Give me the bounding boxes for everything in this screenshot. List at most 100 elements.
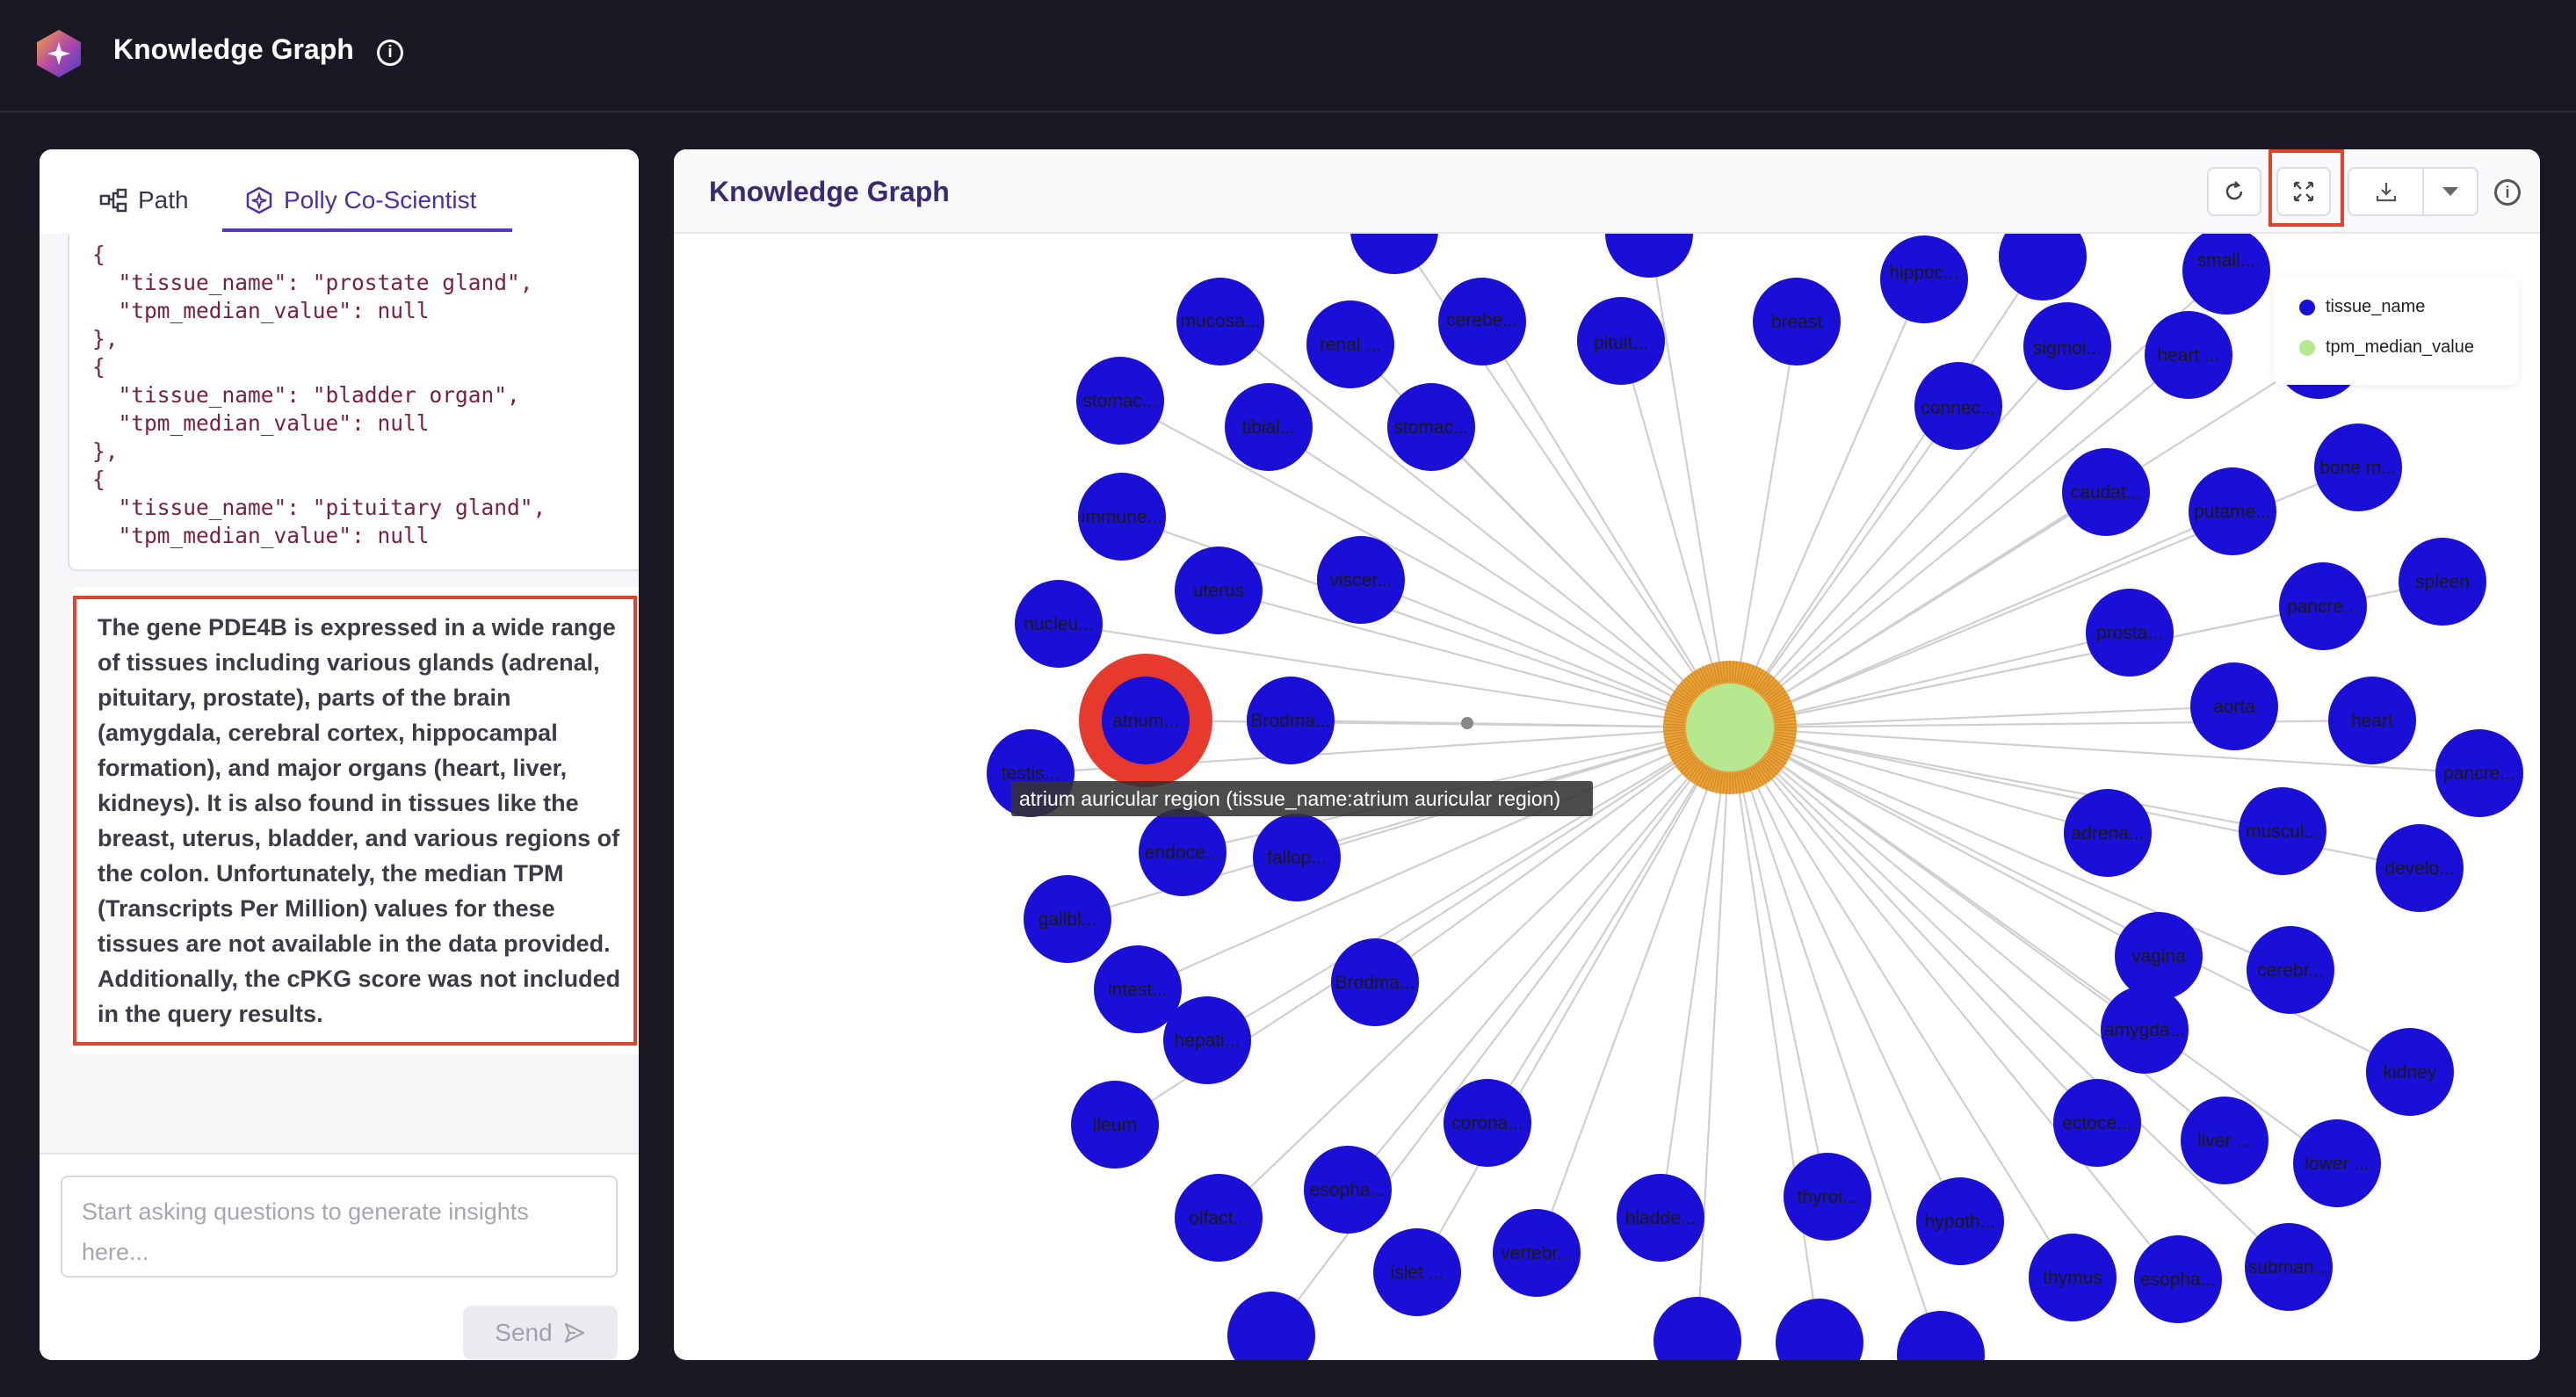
tissue-node-label: thyroi...	[1798, 1187, 1858, 1207]
tab-co-scientist-label: Polly Co-Scientist	[284, 186, 477, 214]
center-node-core[interactable]	[1686, 684, 1774, 771]
graph-header: Knowledge Graph i	[674, 149, 2540, 234]
chevron-down-icon	[2442, 187, 2458, 196]
app-logo-icon	[37, 30, 81, 77]
tissue-node-label: atrium...	[1112, 711, 1179, 731]
send-label: Send	[495, 1319, 553, 1346]
tissue-node-label: vertebr...	[1501, 1243, 1573, 1263]
graph-svg[interactable]: hippoc... small... mucosa... renal ... cereb…	[674, 234, 2540, 1360]
download-icon	[2376, 183, 2397, 202]
tissue-node-label: subman...	[2248, 1257, 2329, 1278]
legend-item-tpm: tpm_median_value	[2299, 337, 2474, 358]
tissue-node[interactable]	[1999, 234, 2087, 300]
send-button[interactable]: Send	[463, 1306, 618, 1360]
download-button[interactable]	[2348, 167, 2425, 216]
tissue-node-label: esopha...	[1310, 1180, 1386, 1200]
tissue-node-label: fallop...	[1267, 848, 1327, 868]
tissue-node[interactable]	[1897, 1311, 1985, 1360]
tissue-node-label: pituit...	[1594, 333, 1648, 353]
tissue-node-label: nucleu...	[1024, 614, 1093, 634]
panel-tabs: Path Polly Co-Scientist	[40, 149, 639, 234]
tab-polly-co-scientist[interactable]: Polly Co-Scientist	[245, 186, 476, 214]
tissue-node-label: viscer...	[1329, 570, 1392, 590]
legend-dot	[2299, 299, 2315, 315]
tissue-node[interactable]	[1776, 1299, 1863, 1360]
tissue-node-label: muscul...	[2246, 822, 2319, 842]
center-node[interactable]	[1663, 661, 1797, 794]
tissue-node-label: vagina	[2131, 946, 2186, 966]
tissue-node[interactable]	[1350, 234, 1438, 274]
active-tab-indicator	[222, 228, 512, 232]
tissue-node-label: connec...	[1921, 398, 1995, 418]
tissue-node-label: esopha...	[2140, 1270, 2216, 1290]
tissue-node-label: prosta...	[2096, 623, 2163, 643]
tissue-node-label: heart ...	[2157, 345, 2219, 366]
tissue-node[interactable]	[1653, 1297, 1741, 1360]
tissue-node-label: small...	[2197, 250, 2256, 271]
graph-canvas[interactable]: hippoc... small... mucosa... renal ... cereb…	[674, 234, 2540, 1360]
knowledge-graph-panel: Knowledge Graph i hippoc... small... muco	[674, 149, 2540, 1360]
tissue-node-label: adrena...	[2072, 823, 2145, 843]
tissue-node-label: stomac...	[1082, 391, 1157, 411]
edge-handle	[1461, 717, 1473, 729]
tissue-node-label: liver ...	[2197, 1131, 2252, 1151]
tissue-node-label: thymus	[2043, 1268, 2102, 1288]
tab-path-label: Path	[138, 186, 189, 214]
legend-item-tissue: tissue_name	[2299, 297, 2425, 317]
download-options-dropdown[interactable]	[2422, 167, 2478, 216]
graph-legend: tissue_name tpm_median_value	[2273, 276, 2519, 385]
tissue-node[interactable]	[1227, 1292, 1315, 1360]
tissue-node-label: gallbl...	[1038, 909, 1097, 930]
tissue-node-label: ileum	[1093, 1115, 1137, 1135]
tissue-node-label: spleen	[2415, 572, 2470, 592]
fullscreen-highlight	[2268, 149, 2344, 227]
graph-info-icon[interactable]: i	[2494, 179, 2521, 206]
tissue-node-label: ectoce...	[2062, 1113, 2131, 1133]
tissue-node-label: bladde...	[1625, 1208, 1697, 1228]
graph-edge	[1729, 727, 1961, 1222]
tab-path[interactable]: Path	[99, 186, 189, 214]
info-icon[interactable]: i	[377, 40, 403, 66]
code-block: { "tissue_name": "prostate gland", "tpm_…	[92, 242, 546, 548]
answer-highlight	[73, 596, 637, 1046]
graph-edge	[1219, 321, 1731, 728]
tissue-node-label: islet ...	[1391, 1263, 1444, 1283]
tissue-node-label: Brodma...	[1250, 711, 1330, 731]
graph-edge	[1659, 727, 1732, 1219]
path-icon	[99, 188, 127, 213]
tissue-node-label: corona...	[1451, 1113, 1523, 1133]
tissue-node-label: tibial...	[1242, 417, 1296, 438]
tissue-node-label: lower ...	[2305, 1154, 2370, 1174]
graph-edge	[1729, 727, 2073, 1278]
tissue-node-label: Brodma...	[1335, 973, 1415, 993]
tissue-node-label: immune...	[1082, 507, 1162, 527]
node-tooltip: atrium auricular region (tissue_name:atr…	[1011, 781, 1593, 816]
tissue-node[interactable]	[1605, 234, 1693, 278]
tissue-node-label: develo...	[2384, 858, 2454, 879]
tissue-node-label: aorta	[2213, 697, 2255, 717]
tissue-node-label: hippoc...	[1889, 263, 1958, 283]
refresh-button[interactable]	[2207, 167, 2261, 216]
app-title: Knowledge Graph	[113, 33, 354, 65]
tissue-node-label: kidney	[2384, 1062, 2437, 1082]
tissue-node-label: pancre...	[2287, 597, 2359, 617]
tissue-node-label: olfact...	[1189, 1208, 1248, 1228]
tissue-node[interactable]	[2182, 234, 2270, 315]
tissue-node-label: renal ...	[1320, 335, 1381, 355]
tooltip-text: atrium auricular region (tissue_name:atr…	[1019, 787, 1560, 810]
graph-title: Knowledge Graph	[709, 176, 950, 207]
tissue-node-label: pancre...	[2443, 764, 2515, 784]
tissue-node-label: uterus	[1193, 581, 1244, 601]
tissue-node-label: mucosa...	[1180, 311, 1260, 331]
legend-label: tpm_median_value	[2326, 337, 2474, 357]
chat-input[interactable]	[61, 1176, 618, 1278]
tissue-node-label: bone m...	[2319, 458, 2397, 478]
graph-edge	[1696, 727, 1732, 1342]
tissue-node-label: putame...	[2194, 502, 2271, 522]
refresh-icon	[2225, 181, 2243, 200]
graph-edge	[1729, 726, 2291, 972]
tissue-node-label: heart	[2351, 711, 2393, 731]
send-icon	[564, 1322, 584, 1343]
tissue-node-label: stomac...	[1393, 417, 1468, 438]
graph-edge	[1728, 727, 1943, 1356]
